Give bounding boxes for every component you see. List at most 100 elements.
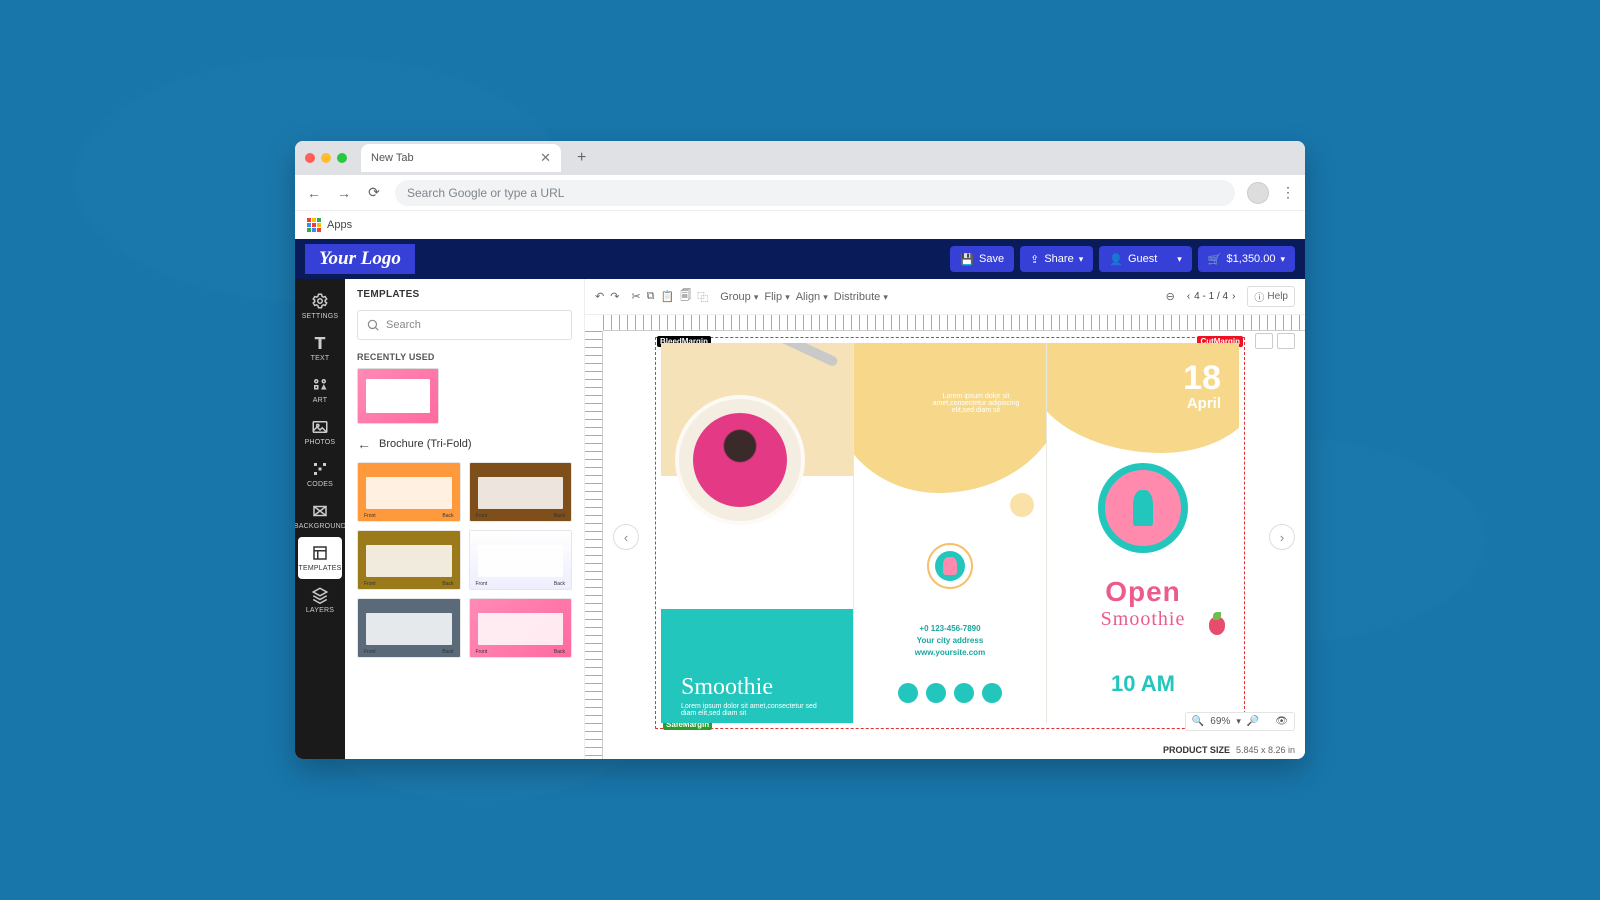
guest-button[interactable]: 👤Guest▾ [1099, 246, 1192, 272]
template-thumb[interactable]: FrontBack [357, 530, 461, 590]
instagram-icon [898, 683, 918, 703]
app-logo[interactable]: Your Logo [305, 244, 415, 274]
sidebar-item-templates[interactable]: Templates [298, 537, 342, 579]
copy-icon[interactable]: ⧉ [647, 290, 655, 303]
canvas-area[interactable]: ‹ › BleedMargin CutMargin SafeMargin [585, 315, 1305, 759]
profile-avatar[interactable] [1247, 182, 1269, 204]
search-input[interactable]: Search [357, 310, 572, 340]
apps-icon[interactable] [307, 218, 321, 232]
apps-label[interactable]: Apps [327, 219, 352, 231]
page-indicator[interactable]: ‹ 4 - 1 / 4 › [1187, 291, 1236, 302]
redo-icon[interactable]: ↷ [610, 290, 619, 303]
chrome-tabbar: New Tab ✕ + [295, 141, 1305, 175]
cart-button[interactable]: 🛒$1,350.00▾ [1198, 246, 1295, 272]
breadcrumb[interactable]: ←Brochure (Tri-Fold) [357, 436, 572, 452]
window-controls[interactable] [305, 153, 347, 163]
template-thumb[interactable]: FrontBack [469, 462, 573, 522]
facebook-icon [926, 683, 946, 703]
next-page-button[interactable]: › [1269, 524, 1295, 550]
brochure-panel-1[interactable]: Smoothie Lorem ipsum dolor sit amet,cons… [661, 343, 853, 723]
distribute-menu[interactable]: Distribute ▾ [834, 291, 888, 303]
fit-icon[interactable]: ⊖ [1166, 290, 1175, 303]
sidebar-item-layers[interactable]: Layers [295, 579, 345, 621]
eye-icon[interactable]: 👁 [1275, 716, 1288, 727]
zoom-in-icon[interactable]: 🔎 [1247, 716, 1259, 727]
product-size: PRODUCT SIZE5.845 x 8.26 in [1163, 745, 1295, 755]
undo-icon[interactable]: ↶ [595, 290, 604, 303]
template-grid: FrontBack FrontBack FrontBack FrontBack … [357, 462, 572, 658]
browser-tab[interactable]: New Tab ✕ [361, 144, 561, 172]
back-arrow-icon[interactable]: ← [357, 436, 371, 452]
brochure[interactable]: Smoothie Lorem ipsum dolor sit amet,cons… [661, 343, 1239, 723]
template-thumb[interactable]: FrontBack [357, 462, 461, 522]
chevron-down-icon[interactable] [1277, 333, 1295, 349]
chevron-down-icon: ▾ [1177, 254, 1182, 265]
duplicate-icon[interactable]: ⿻ [697, 289, 708, 305]
url-bar[interactable]: Search Google or type a URL [395, 180, 1235, 206]
template-thumb[interactable]: FrontBack [469, 530, 573, 590]
zoom-control[interactable]: 🔍 69%▾ 🔎 👁 [1185, 712, 1295, 731]
align-menu[interactable]: Align ▾ [796, 291, 828, 303]
canvas[interactable]: BleedMargin CutMargin SafeMargin Smoothi… [655, 337, 1245, 729]
vertical-toolbar: Settings Text Art Photos Codes Backgroun… [295, 279, 345, 759]
close-window-icon[interactable] [305, 153, 315, 163]
minimize-window-icon[interactable] [321, 153, 331, 163]
zoom-out-icon[interactable]: 🔍 [1192, 716, 1204, 727]
browser-menu-icon[interactable]: ⋮ [1281, 184, 1295, 201]
template-thumb[interactable]: FrontBack [357, 598, 461, 658]
grid-icon[interactable] [1255, 333, 1273, 349]
sidebar-item-art[interactable]: Art [295, 369, 345, 411]
user-icon: 👤 [1109, 253, 1123, 266]
share-button[interactable]: ⇪Share▾ [1020, 246, 1093, 272]
orange-slice-icon [1010, 493, 1034, 517]
grid-toggle[interactable] [1255, 333, 1295, 349]
recently-used-heading: RECENTLY USED [357, 352, 572, 362]
template-thumb[interactable]: FrontBack [469, 598, 573, 658]
help-button[interactable]: ⓘ Help [1247, 286, 1295, 307]
new-tab-button[interactable]: + [577, 149, 586, 167]
editor: ↶ ↷ ✂ ⧉ 📋 🗐 ⿻ Group ▾ Flip ▾ Align ▾ [585, 279, 1305, 759]
recent-template-thumb[interactable] [357, 368, 439, 424]
editor-toolbar: ↶ ↷ ✂ ⧉ 📋 🗐 ⿻ Group ▾ Flip ▾ Align ▾ [585, 279, 1305, 315]
bookmarks-bar: Apps [295, 211, 1305, 239]
back-icon[interactable]: ← [305, 185, 323, 201]
clipboard-icon[interactable]: 🗐 [680, 287, 691, 306]
templates-panel: TEMPLATES Search RECENTLY USED ←Brochure… [345, 279, 585, 759]
url-placeholder: Search Google or type a URL [407, 186, 564, 200]
panel-title: TEMPLATES [357, 289, 572, 300]
contact-block: +0 123-456-7890 Your city address www.yo… [854, 623, 1046, 659]
panel2-text: Lorem ipsum dolor sit amet,consectetur a… [926, 393, 1026, 414]
flip-menu[interactable]: Flip ▾ [764, 291, 789, 303]
ruler-vertical [585, 331, 603, 759]
sidebar-item-text[interactable]: Text [295, 327, 345, 369]
search-icon [366, 318, 380, 332]
forward-icon[interactable]: → [335, 185, 353, 201]
social-icons [854, 683, 1046, 703]
save-icon: 💾 [960, 253, 974, 266]
brochure-panel-2[interactable]: Lorem ipsum dolor sit amet,consectetur a… [853, 343, 1046, 723]
paste-icon[interactable]: 📋 [661, 290, 675, 303]
strawberry-icon [1209, 617, 1225, 635]
panel1-title: Smoothie [681, 674, 773, 701]
prev-page-button[interactable]: ‹ [613, 524, 639, 550]
save-button[interactable]: 💾Save [950, 246, 1014, 272]
twitter-icon [954, 683, 974, 703]
sidebar-item-photos[interactable]: Photos [295, 411, 345, 453]
smoothie-bowl-graphic [675, 395, 805, 525]
ruler-horizontal [603, 315, 1305, 331]
header-buttons: 💾Save ⇪Share▾ 👤Guest▾ 🛒$1,350.00▾ [950, 246, 1295, 272]
cut-icon[interactable]: ✂ [631, 290, 640, 303]
close-tab-icon[interactable]: ✕ [540, 150, 551, 166]
sidebar-item-background[interactable]: Background [295, 495, 345, 537]
chevron-down-icon: ▾ [1280, 254, 1285, 265]
date-block: 18April [1183, 361, 1221, 412]
share-icon: ⇪ [1030, 253, 1039, 266]
reload-icon[interactable]: ⟳ [365, 184, 383, 201]
sidebar-item-settings[interactable]: Settings [295, 285, 345, 327]
app-header: Your Logo 💾Save ⇪Share▾ 👤Guest▾ 🛒$1,350.… [295, 239, 1305, 279]
maximize-window-icon[interactable] [337, 153, 347, 163]
brochure-panel-3[interactable]: 18April OpenSmoothie 10 AM [1046, 343, 1239, 723]
sidebar-item-codes[interactable]: Codes [295, 453, 345, 495]
chrome-toolbar: ← → ⟳ Search Google or type a URL ⋮ [295, 175, 1305, 211]
group-menu[interactable]: Group ▾ [720, 291, 758, 303]
